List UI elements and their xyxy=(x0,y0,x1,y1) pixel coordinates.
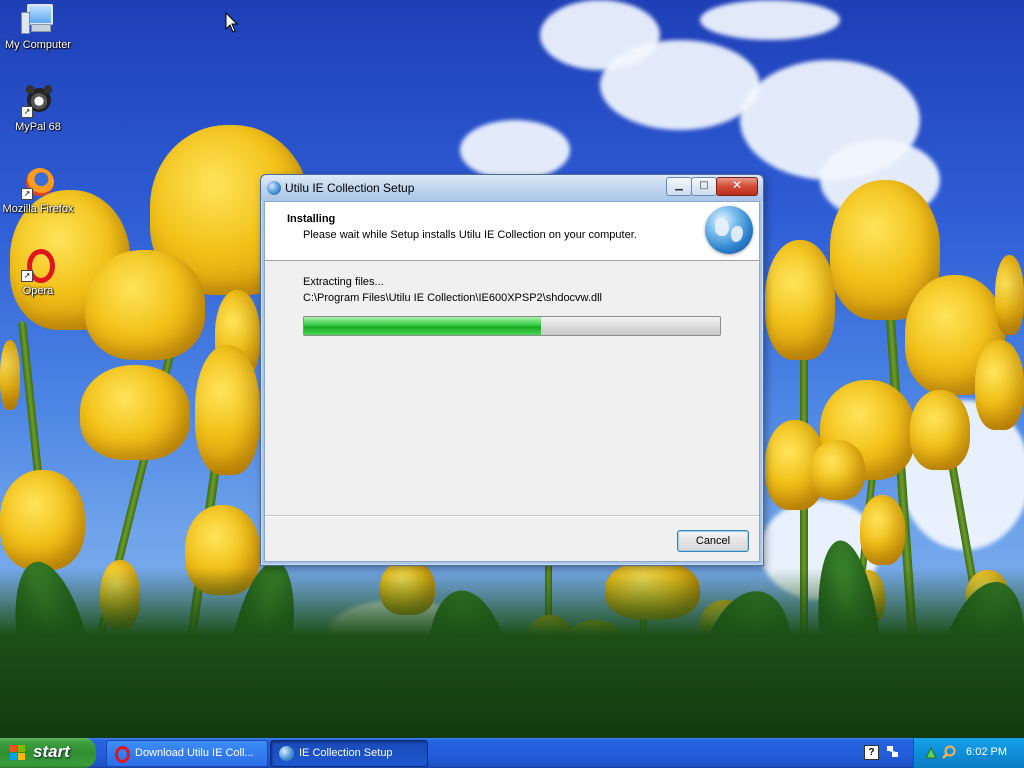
desktop-icon-mypal[interactable]: ↗ MyPal 68 xyxy=(0,84,76,133)
tulip-flower xyxy=(0,340,20,410)
opera-icon xyxy=(115,746,130,763)
shortcut-arrow-icon: ↗ xyxy=(21,188,33,200)
minimize-button[interactable]: ▁ xyxy=(666,177,692,196)
tulip-flower xyxy=(995,255,1024,335)
desktop-icon-opera[interactable]: ↗ Opera xyxy=(0,248,76,297)
dialog-body: Installing Please wait while Setup insta… xyxy=(264,201,760,562)
desktop-icon-label: Opera xyxy=(22,285,54,297)
start-label: start xyxy=(33,742,70,761)
tulip-flower xyxy=(85,250,205,360)
dialog-header: Installing Please wait while Setup insta… xyxy=(265,202,759,261)
progress-bar xyxy=(303,316,721,336)
close-icon: ✕ xyxy=(731,178,743,192)
cloud xyxy=(460,120,570,180)
close-button[interactable]: ✕ xyxy=(716,177,758,196)
taskbar-button-label: Download Utilu IE Coll... xyxy=(135,747,254,759)
display-icon[interactable] xyxy=(886,744,900,760)
cloud xyxy=(600,40,760,130)
clock: 6:02 PM xyxy=(966,746,1007,758)
current-file-path: C:\Program Files\Utilu IE Collection\IE6… xyxy=(303,292,602,304)
taskbar-button-download[interactable]: Download Utilu IE Coll... xyxy=(106,740,268,767)
cancel-button[interactable]: Cancel xyxy=(677,530,749,552)
header-subtitle: Please wait while Setup installs Utilu I… xyxy=(303,229,637,241)
cloud xyxy=(700,0,840,40)
firefox-icon: ↗ xyxy=(21,166,55,200)
mypal-icon: ↗ xyxy=(21,84,55,118)
desktop-icon-firefox[interactable]: ↗ Mozilla Firefox xyxy=(0,166,76,215)
shortcut-arrow-icon: ↗ xyxy=(21,270,33,282)
windows-logo-icon xyxy=(10,745,26,761)
maximize-button[interactable]: □ xyxy=(691,177,717,196)
globe-icon xyxy=(267,181,281,195)
tulip-flower xyxy=(910,390,970,470)
mouse-cursor-icon xyxy=(225,12,239,33)
maximize-icon: □ xyxy=(699,180,709,191)
help-icon[interactable]: ? xyxy=(864,745,879,760)
globe-icon xyxy=(279,746,294,761)
grass xyxy=(0,568,1024,738)
tulip-flower xyxy=(860,495,905,565)
taskbar-button-setup[interactable]: IE Collection Setup xyxy=(270,740,428,767)
setup-dialog: Utilu IE Collection Setup ▁ □ ✕ Installi… xyxy=(260,174,764,566)
desktop-icon-label: Mozilla Firefox xyxy=(2,203,74,215)
footer-divider xyxy=(265,515,759,517)
tulip-flower xyxy=(975,340,1024,430)
title-bar[interactable]: Utilu IE Collection Setup ▁ □ ✕ xyxy=(261,175,763,201)
desktop-icon-label: My Computer xyxy=(4,39,72,51)
tulip-flower xyxy=(765,240,835,360)
desktop-icon-label: MyPal 68 xyxy=(15,121,61,133)
tulip-flower xyxy=(0,470,85,570)
network-icon[interactable] xyxy=(924,745,939,760)
window-title: Utilu IE Collection Setup xyxy=(285,181,415,195)
opera-icon: ↗ xyxy=(21,248,55,283)
my-computer-icon xyxy=(21,2,55,36)
header-title: Installing xyxy=(287,213,336,225)
shortcut-arrow-icon: ↗ xyxy=(21,106,33,118)
globe-icon xyxy=(705,206,753,254)
tulip-flower xyxy=(810,440,865,500)
system-tray: 6:02 PM xyxy=(913,738,1024,768)
start-button[interactable]: start xyxy=(0,738,96,768)
progress-fill xyxy=(304,317,542,335)
tulip-flower xyxy=(80,365,190,460)
tulip-flower xyxy=(195,345,260,475)
desktop-icon-my-computer[interactable]: My Computer xyxy=(0,2,76,51)
search-icon[interactable] xyxy=(942,745,957,760)
status-text: Extracting files... xyxy=(303,276,384,288)
minimize-icon: ▁ xyxy=(675,180,683,191)
taskbar-button-label: IE Collection Setup xyxy=(299,747,393,759)
